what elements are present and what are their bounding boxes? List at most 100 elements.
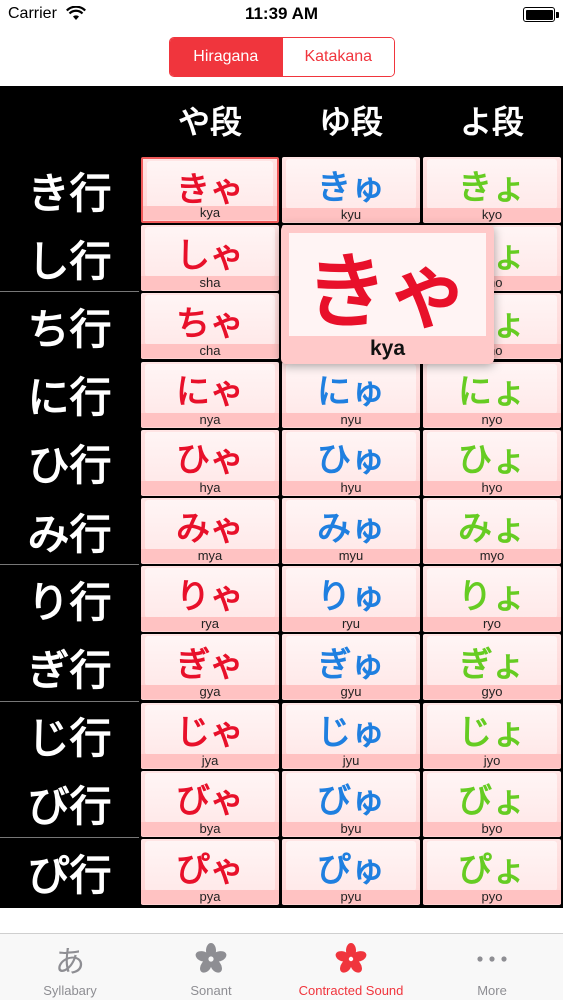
kana-cell[interactable]: びゅ byu [282, 770, 420, 837]
romaji-label: jyo [423, 753, 561, 768]
kana-cell[interactable]: きょ kyo [423, 157, 561, 223]
romaji-label: ryo [423, 617, 561, 632]
column-header: や段 [177, 103, 242, 141]
kana-cell[interactable]: みゃ mya [141, 498, 279, 564]
more-dots-icon [422, 941, 562, 977]
kana-cell[interactable]: りょ ryo [423, 566, 561, 633]
romaji-label: gya [141, 685, 279, 700]
kana-cell[interactable]: ひゅ hyu [282, 429, 420, 496]
kana-text: ちゃ [145, 295, 275, 346]
kana-text: ひゅ [286, 431, 416, 482]
romaji-label: ryu [282, 617, 420, 632]
romaji-label: jyu [282, 753, 420, 768]
kana-cell[interactable]: じゅ jyu [282, 702, 420, 769]
kana-text: みょ [427, 500, 557, 550]
tab-more[interactable]: More [422, 934, 562, 1000]
row-header: び行 [27, 782, 112, 832]
column-header: ゆ段 [318, 103, 383, 141]
kana-cell[interactable]: びゃ bya [141, 770, 279, 837]
kana-text: ぴゃ [145, 841, 275, 891]
kana-cell[interactable]: きゃ kya [141, 157, 279, 223]
tab-sonant[interactable]: Sonant [141, 934, 281, 1000]
kana-cell[interactable]: みょ myo [423, 498, 561, 564]
kana-text: りゅ [286, 568, 416, 619]
kana-cell[interactable]: ぴゃ pya [141, 839, 279, 905]
status-time: 11:39 AM [244, 4, 319, 23]
kana-cell[interactable]: にょ nyo [423, 361, 561, 428]
romaji-label: kyo [423, 208, 561, 222]
romaji-label: gyu [282, 685, 420, 700]
row-header: ぴ行 [27, 850, 112, 900]
kana-text: にゃ [145, 363, 275, 414]
kana-popup[interactable]: きゃ kya [281, 225, 494, 364]
romaji-label: pyo [423, 890, 561, 904]
row-header: き行 [27, 168, 112, 218]
kana-text: びゅ [286, 772, 416, 823]
kana-cell[interactable]: しゃ sha [141, 225, 279, 292]
kana-text: りゃ [145, 568, 275, 619]
kana-cell[interactable]: ひょ hyo [423, 429, 561, 496]
tab-syllabary[interactable]: あ Syllabary [0, 934, 140, 1000]
kana-cell[interactable]: じゃ jya [141, 702, 279, 769]
tab-glyph: あ [55, 945, 85, 980]
romaji-label: nya [141, 412, 279, 427]
row-header: し行 [27, 236, 112, 286]
status-bar: Carrier 11:39 AM [0, 0, 563, 30]
kana-cell[interactable]: にゃ nya [141, 361, 279, 428]
sakura-filled-icon [281, 941, 421, 977]
romaji-label: nyu [282, 412, 420, 427]
kana-cell[interactable]: りゃ rya [141, 566, 279, 633]
romaji-label: byu [282, 821, 420, 836]
romaji-label: nyo [423, 412, 561, 427]
battery-icon [523, 7, 559, 22]
romaji-label: gyo [423, 685, 561, 700]
tab-contracted-sound[interactable]: Contracted Sound [281, 934, 421, 1000]
kana-cell[interactable]: みゅ myu [282, 498, 420, 564]
segment-hiragana[interactable]: Hiragana [170, 38, 282, 76]
romaji-label: cha [141, 344, 279, 359]
romaji-label: hya [141, 480, 279, 495]
kana-cell[interactable]: きゅ kyu [282, 157, 420, 223]
popup-kana: きゃ [289, 233, 486, 340]
romaji-label: pya [141, 890, 279, 904]
kana-text: ぎゅ [286, 636, 416, 687]
kana-cell[interactable]: ちゃ cha [141, 293, 279, 360]
kana-cell[interactable]: ぎゃ gya [141, 634, 279, 701]
romaji-label: kyu [282, 208, 420, 222]
row-header: ち行 [27, 304, 112, 354]
kana-cell[interactable]: ひゃ hya [141, 429, 279, 496]
kana-cell[interactable]: ぴゅ pyu [282, 839, 420, 905]
kana-cell[interactable]: ぎょ gyo [423, 634, 561, 701]
popup-romaji: kya [369, 337, 406, 360]
kana-text: ぎゃ [145, 636, 275, 687]
kana-cell[interactable]: りゅ ryu [282, 566, 420, 633]
contracted-sound-table: や段ゆ段よ段き行きゃkyaきゅkyuきょkyoし行しゃshaしゅshuしょsho… [0, 86, 563, 908]
kana-cell[interactable]: びょ byo [423, 770, 561, 837]
kana-cell[interactable]: ぴょ pyo [423, 839, 561, 905]
romaji-label: bya [141, 821, 279, 836]
row-header: ひ行 [27, 441, 112, 491]
kana-text: びゃ [145, 772, 275, 823]
kana-text: きゅ [286, 159, 416, 209]
kana-text: ぴゅ [286, 841, 416, 891]
romaji-label: myo [423, 549, 561, 563]
tab-bar: あ Syllabary Sonant Contracted Sound More [0, 933, 563, 1000]
romaji-label: jya [141, 753, 279, 768]
row-header: ぎ行 [27, 645, 112, 695]
romaji-label: mya [141, 549, 279, 563]
kana-text: にゅ [286, 363, 416, 414]
kana-cell[interactable]: じょ jyo [423, 702, 561, 769]
kana-cell[interactable]: ぎゅ gyu [282, 634, 420, 701]
row-header: み行 [27, 509, 112, 559]
segment-katakana[interactable]: Katakana [281, 38, 394, 76]
kana-cell[interactable]: にゅ nyu [282, 361, 420, 428]
kana-text: じゅ [286, 704, 416, 755]
kana-text: みゃ [145, 500, 275, 550]
column-header: よ段 [459, 103, 524, 141]
kana-text: ひょ [427, 431, 557, 482]
hiragana-a-icon: あ [0, 941, 140, 980]
row-header: じ行 [27, 714, 112, 764]
kana-text: ぴょ [427, 841, 557, 891]
kana-text: じゃ [145, 704, 275, 755]
kana-text: ひゃ [145, 431, 275, 482]
